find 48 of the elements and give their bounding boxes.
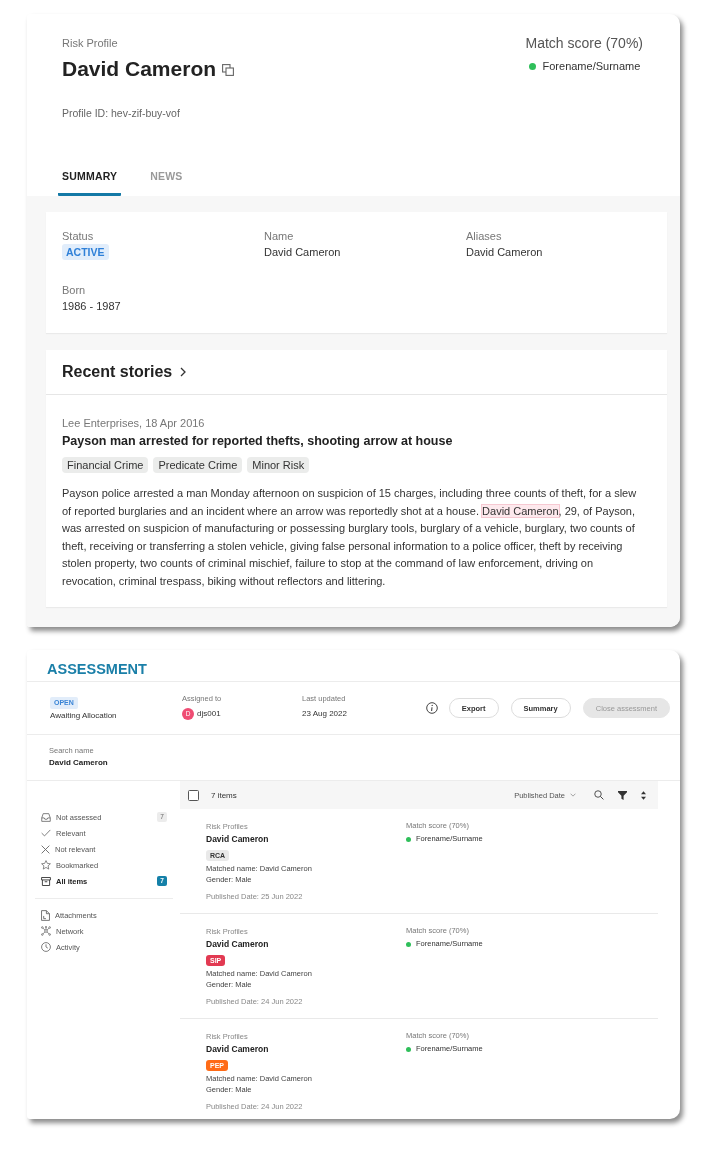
search-name-value: David Cameron — [49, 758, 108, 768]
story-source: Lee Enterprises, 18 Apr 2016 — [62, 416, 205, 430]
profile-name: David Cameron — [62, 56, 217, 82]
story-headline: Payson man arrested for reported thefts, shooting arrow at house — [62, 433, 453, 449]
assignee-name: djs001 — [197, 708, 221, 720]
star-icon — [41, 860, 51, 870]
story-text: Payson police arrested a man Monday afternoon on suspicion of 15 charges, including three counts of theft, for a slew of reported burglaries and an incident where an arrow was reportedly shot at a house. David Cameron, 29, of Payson, was arrested on suspicion of manufacturing or possessing burglary tools, burglary of a vehicle, burglary, two counts of theft, receiving or transferring a stolen vehicle, giving false personal information to a police officer, theft by receiving stolen property, two counts of criminal mischief, failure to stop at the command of law enforcement, driving on revocation, criminal trespass, biking without reflectors and littering. — [62, 486, 638, 589]
assessment-title: ASSESSMENT — [47, 660, 147, 678]
search-button[interactable] — [594, 790, 604, 800]
category-tag: Financial Crime — [62, 457, 149, 473]
status-text: Awaiting Allocation — [50, 710, 117, 722]
search-icon — [594, 790, 604, 800]
recent-stories-link[interactable]: Recent stories — [62, 363, 187, 381]
filter-button[interactable] — [618, 790, 627, 800]
archive-icon — [41, 876, 51, 886]
clock-icon — [41, 942, 51, 952]
category-tag: Predicate Crime — [153, 457, 243, 473]
status-badge: ACTIVE — [62, 244, 109, 260]
field-label: Name — [264, 229, 294, 243]
category-tag: Minor Risk — [247, 457, 310, 473]
copy-icon[interactable] — [222, 64, 235, 76]
items-count: 7 items — [211, 790, 237, 800]
info-icon[interactable] — [425, 702, 438, 714]
result-name: David Cameron — [206, 1044, 269, 1055]
field-value: David Cameron — [264, 245, 341, 260]
result-name: David Cameron — [206, 834, 269, 845]
x-mark-icon — [41, 844, 50, 854]
sort-icon — [641, 790, 646, 800]
profile-type-label: Risk Profile — [62, 36, 118, 50]
updated-date: 23 Aug 2022 — [302, 708, 347, 720]
document-icon — [41, 909, 50, 921]
inbox-icon — [41, 812, 51, 822]
select-all-checkbox[interactable] — [188, 789, 199, 801]
field-label: Aliases — [466, 229, 502, 243]
field-value: David Cameron — [466, 245, 543, 260]
check-icon — [41, 829, 51, 837]
field-label: Status — [62, 229, 94, 243]
sort-button[interactable] — [641, 790, 646, 800]
field-label: Born — [62, 283, 86, 297]
network-icon — [41, 926, 51, 936]
match-score: Match score (70%) — [525, 35, 643, 51]
result-name: David Cameron — [206, 939, 269, 950]
chevron-right-icon — [180, 367, 187, 377]
caret-icon — [570, 793, 576, 797]
match-criterion: Forename/Surname — [542, 59, 641, 73]
field-value: 1986 - 1987 — [62, 299, 121, 314]
profile-id: Profile ID: hev-zif-buy-vof — [62, 106, 180, 120]
filter-icon — [618, 790, 627, 800]
